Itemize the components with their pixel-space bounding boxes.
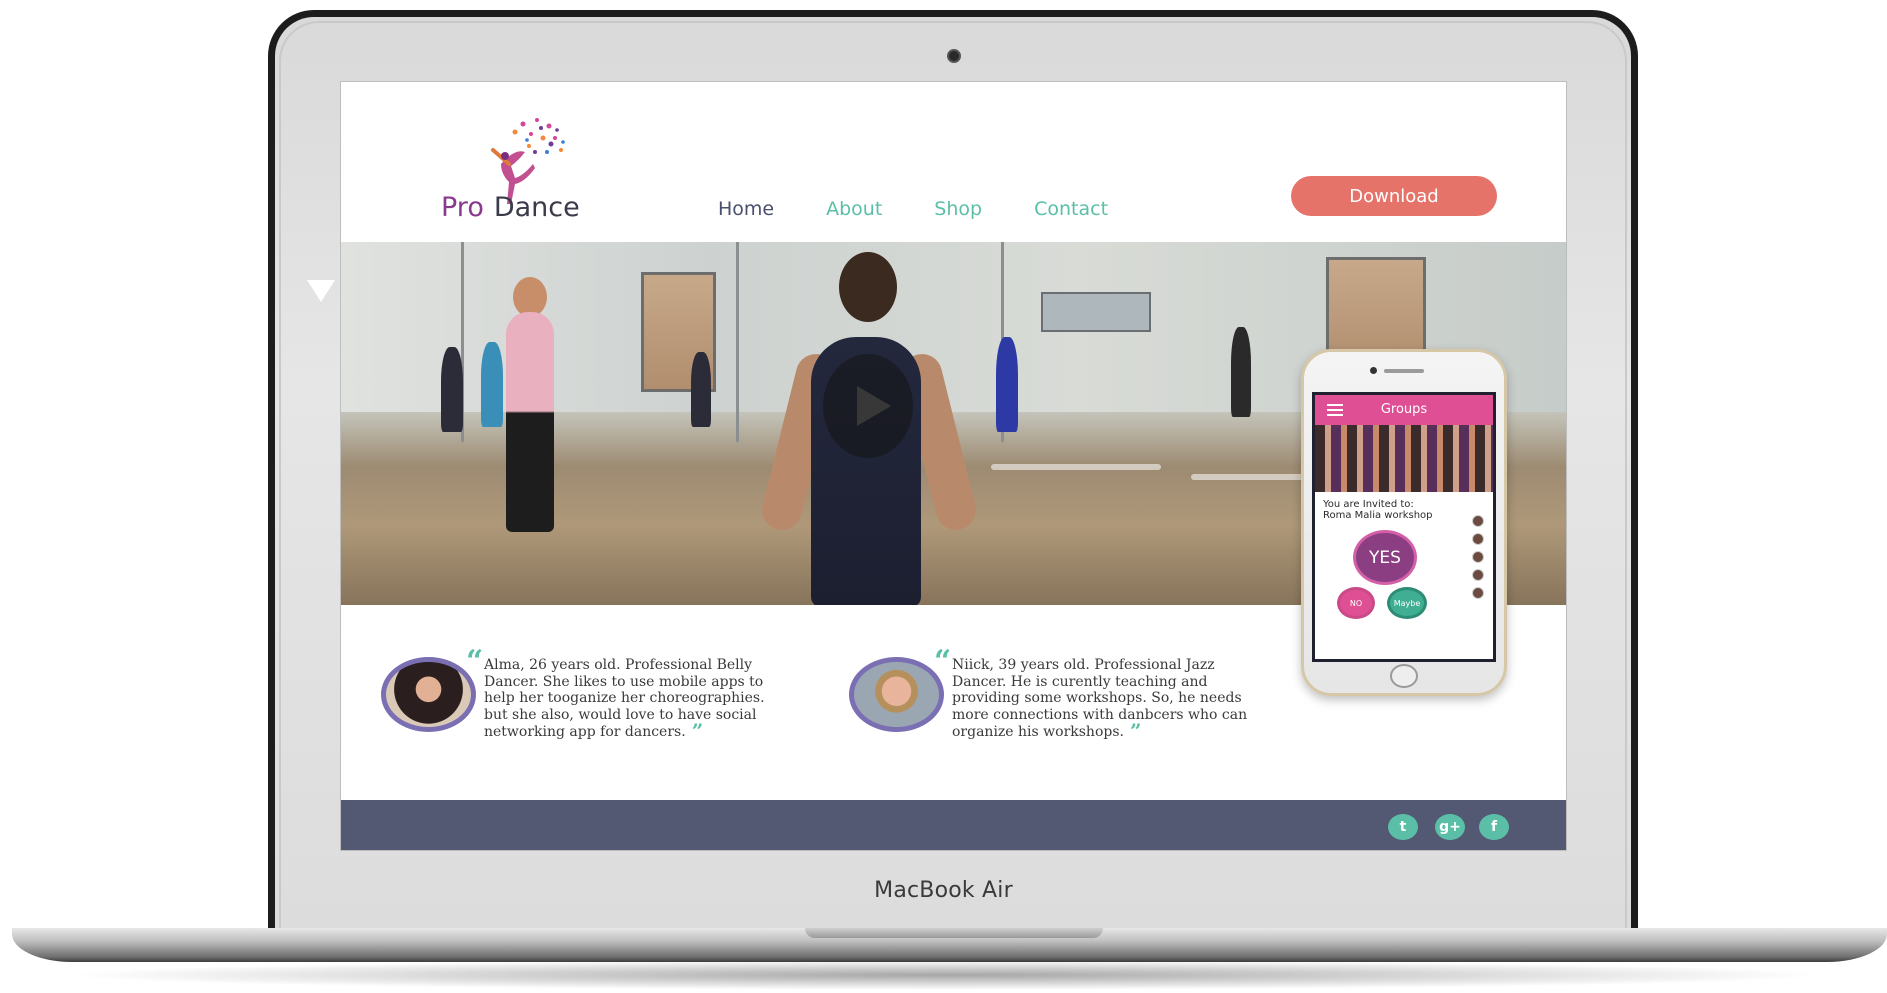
nav-shop[interactable]: Shop: [934, 198, 982, 220]
instructor: [506, 312, 554, 532]
testimonial-card: “ Alma, 26 years old. Professional Belly…: [381, 644, 811, 767]
background-dancer: [441, 347, 463, 432]
background-dancer: [996, 337, 1018, 432]
facebook-icon[interactable]: f: [1479, 814, 1509, 840]
quote-close-icon: ”: [691, 719, 704, 743]
quote-close-icon: ”: [1129, 719, 1142, 743]
app-bar: Groups: [1315, 395, 1493, 425]
studio-window: [1041, 292, 1151, 332]
logo-text[interactable]: Pro Dance: [441, 192, 580, 223]
instructor-head: [513, 277, 547, 317]
twitter-icon[interactable]: t: [1388, 814, 1418, 840]
laptop-shadow: [60, 960, 1830, 990]
device-label: MacBook Air: [874, 878, 1013, 903]
background-dancer: [1231, 327, 1251, 417]
attendee-avatar: [1472, 515, 1484, 527]
play-icon[interactable]: [823, 354, 913, 458]
quote-icon: “: [466, 644, 484, 679]
attendee-avatar: [1472, 551, 1484, 563]
google-plus-icon[interactable]: g+: [1435, 814, 1465, 840]
laptop-notch: [805, 928, 1103, 938]
phone-home-button: [1390, 664, 1418, 688]
attendee-avatar: [1472, 533, 1484, 545]
triangle-marker: [307, 280, 335, 302]
nav-contact[interactable]: Contact: [1034, 198, 1108, 220]
group-photo: [1315, 425, 1493, 492]
avatar: [849, 657, 944, 732]
phone-speaker: [1384, 369, 1424, 373]
mirror-edge: [736, 242, 739, 442]
camera: [947, 49, 961, 63]
avatar: [381, 657, 476, 732]
download-button[interactable]: Download: [1291, 176, 1497, 216]
attendee-avatar: [1472, 569, 1484, 581]
phone-camera: [1370, 367, 1377, 374]
invite-text: You are Invited to: Roma Malia workshop: [1323, 499, 1473, 521]
floor-reflection: [1191, 474, 1311, 480]
quote-icon: “: [934, 644, 952, 679]
site-footer: t g+ f: [341, 800, 1566, 850]
maybe-button[interactable]: Maybe: [1387, 587, 1427, 619]
yes-button[interactable]: YES: [1353, 530, 1417, 585]
site-header: Pro Dance Home About Shop Contact Downloa…: [341, 82, 1566, 242]
floor-reflection: [991, 464, 1161, 470]
invite-event: Roma Malia workshop: [1323, 510, 1433, 521]
nav-home[interactable]: Home: [718, 198, 774, 220]
logo-word-dance: Dance: [493, 192, 580, 223]
phone-screen: Groups You are Invited to: Roma Malia wo…: [1312, 392, 1496, 662]
testimonial-text: Alma, 26 years old. Professional Belly D…: [484, 657, 765, 743]
background-dancer: [481, 342, 503, 427]
invite-line: You are Invited to:: [1323, 499, 1414, 510]
attendee-avatar: [1472, 587, 1484, 599]
nav-about[interactable]: About: [826, 198, 882, 220]
logo-word-pro: Pro: [441, 192, 484, 223]
dancer-head: [839, 252, 897, 322]
app-title: Groups: [1380, 402, 1428, 417]
no-button[interactable]: NO: [1337, 587, 1375, 619]
testimonial-text: Niick, 39 years old. Professional Jazz D…: [952, 657, 1248, 743]
main-nav: Home About Shop Contact: [718, 198, 1160, 220]
testimonial-card: “ Niick, 39 years old. Professional Jazz…: [849, 644, 1289, 767]
background-dancer: [691, 352, 711, 427]
phone-mockup: Groups You are Invited to: Roma Malia wo…: [1301, 349, 1507, 696]
